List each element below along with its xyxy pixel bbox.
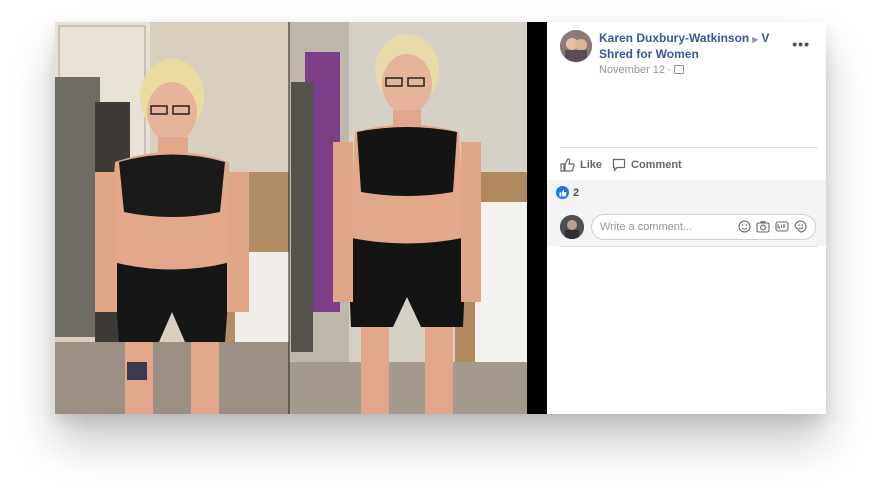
comment-input-box[interactable]: Write a comment... — [591, 214, 816, 240]
before-after-photo[interactable] — [55, 22, 527, 414]
photo-viewer[interactable] — [55, 22, 547, 414]
comment-bubble-icon — [612, 158, 626, 172]
post-actions: Like Comment — [560, 153, 818, 177]
privacy-icon[interactable] — [673, 65, 684, 74]
author-name-link[interactable]: Karen Duxbury-Watkinson — [599, 31, 749, 45]
like-reaction-icon — [556, 186, 569, 199]
post-details-panel: Karen Duxbury-Watkinson ▶ V Shred for Wome… — [547, 22, 826, 414]
camera-icon[interactable] — [756, 220, 770, 233]
comment-button-label: Comment — [631, 159, 682, 171]
like-button[interactable]: Like — [560, 153, 602, 177]
like-button-label: Like — [580, 159, 603, 171]
post-date-link[interactable]: November 12 — [599, 64, 665, 76]
more-options-icon[interactable]: ••• — [792, 36, 810, 52]
shared-to-arrow-icon: ▶ — [752, 35, 759, 44]
reactions-comments-section: 2 Write a comment... — [547, 180, 826, 246]
post-meta: November 12 · — [599, 64, 684, 76]
comment-button[interactable]: Comment — [612, 153, 682, 177]
author-avatar[interactable] — [560, 30, 592, 62]
comment-input-tools — [738, 220, 807, 233]
reaction-count: 2 — [573, 186, 580, 199]
reactions-summary[interactable]: 2 — [556, 186, 579, 199]
section-bottom-divider — [560, 246, 818, 247]
like-thumb-icon — [560, 158, 575, 172]
actions-top-divider — [560, 147, 818, 148]
emoji-icon[interactable] — [738, 220, 751, 233]
sticker-icon[interactable] — [794, 220, 807, 233]
post-author-line: Karen Duxbury-Watkinson ▶ V Shred for Wome… — [599, 31, 799, 62]
gif-icon[interactable] — [775, 220, 789, 233]
meta-separator: · — [667, 64, 671, 76]
comment-composer: Write a comment... — [560, 214, 818, 240]
comment-input[interactable]: Write a comment... — [600, 221, 692, 233]
current-user-avatar[interactable] — [560, 215, 584, 239]
facebook-post-card: Karen Duxbury-Watkinson ▶ V Shred for Wome… — [55, 22, 826, 414]
